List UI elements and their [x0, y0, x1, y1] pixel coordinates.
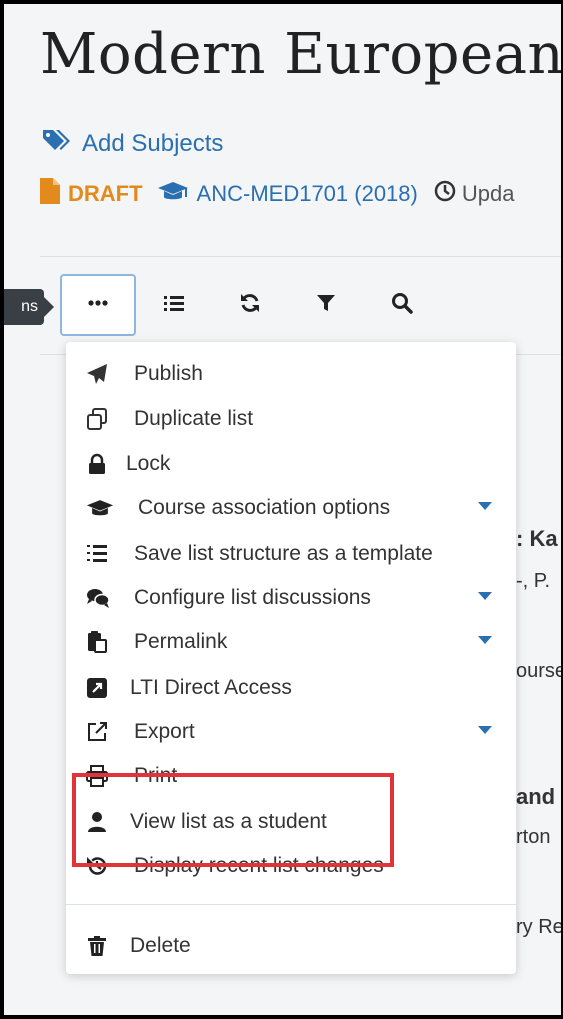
- menu-divider: [66, 904, 516, 905]
- background-text: -, P.: [516, 570, 551, 592]
- divider: [40, 256, 561, 257]
- menu-item-save-list-structure[interactable]: Save list structure as a template: [86, 534, 496, 574]
- tags-icon: [42, 128, 72, 159]
- menu-item-publish[interactable]: Publish: [86, 354, 496, 394]
- menu-item-lti-direct-access[interactable]: LTI Direct Access: [86, 668, 496, 708]
- lock-icon: [86, 452, 116, 476]
- menu-item-label: LTI Direct Access: [130, 676, 292, 699]
- menu-item-label: Delete: [130, 934, 191, 957]
- menu-item-course-association-options[interactable]: Course association options: [86, 488, 496, 528]
- updated-text: Upda: [461, 181, 515, 206]
- refresh-icon: [239, 292, 261, 319]
- menu-item-delete[interactable]: Delete: [86, 926, 496, 966]
- background-text: ry Re: [516, 916, 563, 938]
- menu-item-lock[interactable]: Lock: [86, 444, 496, 484]
- menu-item-permalink[interactable]: Permalink: [86, 622, 496, 662]
- ellipsis-icon: [87, 292, 109, 319]
- more-options-button[interactable]: [60, 274, 136, 336]
- list-toolbar: [60, 274, 440, 336]
- menu-item-label: Export: [134, 720, 195, 743]
- filter-icon: [315, 292, 337, 319]
- list-ordered-icon: [86, 542, 116, 566]
- search-icon: [391, 292, 413, 319]
- trash-icon: [86, 934, 116, 958]
- file-icon: [40, 178, 60, 210]
- list-meta: DRAFT ANC-MED1701 (2018) Upda: [40, 178, 514, 210]
- tooltip: ns: [4, 289, 54, 325]
- menu-item-label: Duplicate list: [134, 407, 254, 430]
- menu-item-label: Configure list discussions: [134, 586, 371, 609]
- graduation-cap-icon: [86, 496, 116, 520]
- paper-plane-icon: [86, 362, 116, 386]
- menu-item-configure-list-discussions[interactable]: Configure list discussions: [86, 578, 496, 618]
- add-subjects-label: Add Subjects: [82, 129, 224, 157]
- list-icon: [163, 292, 185, 319]
- menu-item-label: Course association options: [138, 496, 391, 519]
- status-badge: DRAFT: [68, 181, 143, 206]
- menu-item-label: Publish: [134, 362, 203, 385]
- menu-item-label: Lock: [126, 452, 171, 475]
- filter-button[interactable]: [288, 274, 364, 336]
- copy-icon: [86, 407, 116, 431]
- chevron-down-icon: [478, 726, 492, 734]
- background-text: ourse: [516, 660, 563, 682]
- chevron-down-icon: [478, 636, 492, 644]
- background-text: and: [516, 784, 556, 809]
- highlight-box: [72, 773, 394, 867]
- menu-item-duplicate-list[interactable]: Duplicate list: [86, 399, 496, 439]
- list-view-button[interactable]: [136, 274, 212, 336]
- sync-button[interactable]: [212, 274, 288, 336]
- page-title: Modern European: [40, 22, 563, 87]
- clock-icon: [434, 180, 456, 208]
- menu-item-label: Save list structure as a template: [134, 542, 433, 565]
- background-text: : Ka: [516, 526, 558, 551]
- page-frame: Modern European Add Subjects DRAFT ANC-M…: [0, 0, 563, 1019]
- background-text: rton: [516, 826, 551, 848]
- menu-item-export[interactable]: Export: [86, 712, 496, 752]
- tooltip-text: ns: [21, 298, 38, 315]
- export-icon: [86, 720, 116, 744]
- chevron-down-icon: [478, 502, 492, 510]
- menu-item-label: Permalink: [134, 630, 228, 653]
- clipboard-icon: [86, 630, 116, 654]
- add-subjects-link[interactable]: Add Subjects: [42, 128, 223, 159]
- chevron-down-icon: [478, 592, 492, 600]
- external-square-icon: [86, 676, 116, 700]
- comments-icon: [86, 586, 116, 610]
- course-link[interactable]: ANC-MED1701 (2018): [197, 181, 418, 207]
- search-button[interactable]: [364, 274, 440, 336]
- graduation-cap-icon: [157, 180, 189, 208]
- options-dropdown-menu: Publish Duplicate list Lock Course assoc…: [66, 342, 516, 974]
